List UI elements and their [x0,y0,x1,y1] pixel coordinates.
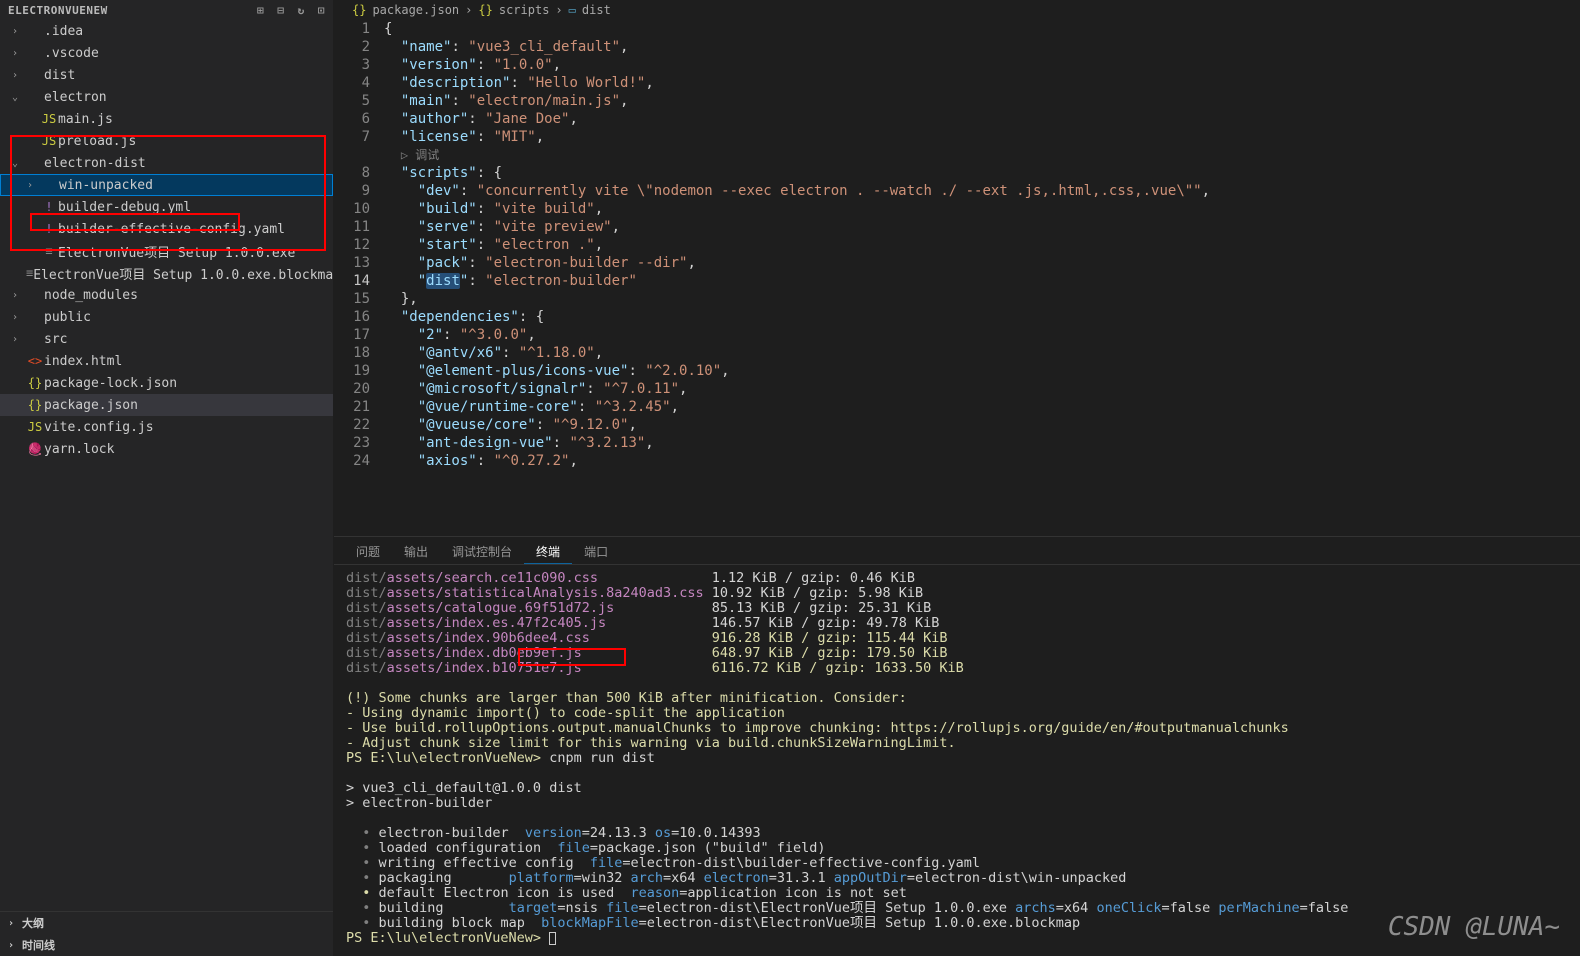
bottom-panel: 问题输出调试控制台终端端口 dist/assets/search.ce11c09… [334,536,1580,956]
timeline-section[interactable]: ›时间线 [0,934,333,956]
file-explorer: ELECTRONVUENEW ⊞ ⊟ ↻ ⊡ ›.idea›.vscode›di… [0,0,334,956]
refresh-icon[interactable]: ↻ [298,4,305,17]
panel-tab[interactable]: 问题 [344,537,392,564]
breadcrumb-item[interactable]: scripts [499,3,550,17]
panel-tabs[interactable]: 问题输出调试控制台终端端口 [334,537,1580,565]
file-tree[interactable]: ›.idea›.vscode›dist⌄electronJSmain.jsJSp… [0,20,333,911]
tree-item[interactable]: 🧶yarn.lock [0,438,333,460]
explorer-actions: ⊞ ⊟ ↻ ⊡ [251,4,325,17]
tree-item[interactable]: JSvite.config.js [0,416,333,438]
collapse-icon[interactable]: ⊡ [318,4,325,17]
breadcrumb-item[interactable]: dist [582,3,611,17]
tree-item[interactable]: {}package-lock.json [0,372,333,394]
tree-item[interactable]: ≡ElectronVue项目 Setup 1.0.0.exe.blockmap [0,262,333,284]
outline-section[interactable]: ›大纲 [0,912,333,934]
tree-item[interactable]: <>index.html [0,350,333,372]
main-area: {} package.json› {} scripts› ▭ dist 1234… [334,0,1580,956]
tree-item[interactable]: JSpreload.js [0,130,333,152]
panel-tab[interactable]: 调试控制台 [440,537,524,564]
tree-item[interactable]: ›public [0,306,333,328]
project-title: ELECTRONVUENEW [8,4,251,17]
new-folder-icon[interactable]: ⊟ [277,4,284,17]
abc-icon: ▭ [569,3,576,17]
tree-item[interactable]: ≡ElectronVue项目 Setup 1.0.0.exe [0,240,333,262]
code-content[interactable]: { "name": "vue3_cli_default", "version":… [384,20,1580,536]
json-icon: {} [478,3,492,17]
tree-item[interactable]: ›node_modules [0,284,333,306]
tree-item[interactable]: ›.vscode [0,42,333,64]
line-gutter: 123456789101112131415161718192021222324 [334,20,384,536]
json-icon: {} [352,3,366,17]
new-file-icon[interactable]: ⊞ [257,4,264,17]
tree-item[interactable]: {}package.json [0,394,333,416]
panel-tab[interactable]: 端口 [572,537,620,564]
tree-item[interactable]: ⌄electron-dist [0,152,333,174]
breadcrumb-item[interactable]: package.json [372,3,459,17]
terminal-output[interactable]: dist/assets/search.ce11c090.css 1.12 KiB… [334,565,1580,956]
tree-item[interactable]: ›dist [0,64,333,86]
tree-item[interactable]: !builder-effective-config.yaml [0,218,333,240]
tree-item[interactable]: !builder-debug.yml [0,196,333,218]
sidebar-bottom: ›大纲 ›时间线 [0,911,333,956]
panel-tab[interactable]: 终端 [524,537,572,564]
tree-item[interactable]: ⌄electron [0,86,333,108]
tree-item[interactable]: ›win-unpacked [0,174,333,196]
panel-tab[interactable]: 输出 [392,537,440,564]
explorer-header: ELECTRONVUENEW ⊞ ⊟ ↻ ⊡ [0,0,333,20]
tree-item[interactable]: ›.idea [0,20,333,42]
breadcrumb[interactable]: {} package.json› {} scripts› ▭ dist [334,0,1580,20]
code-editor[interactable]: 123456789101112131415161718192021222324 … [334,20,1580,536]
tree-item[interactable]: ›src [0,328,333,350]
tree-item[interactable]: JSmain.js [0,108,333,130]
